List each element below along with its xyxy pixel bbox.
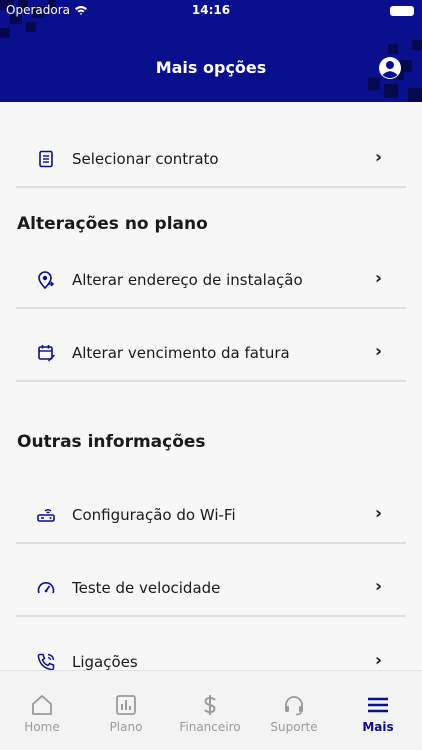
tab-more-label: Mais	[362, 720, 394, 734]
wifi-config-item[interactable]: Configuração do Wi-Fi ›	[0, 485, 422, 545]
user-avatar-icon	[379, 57, 401, 79]
select-contract-label: Selecionar contrato	[72, 150, 219, 168]
calls-item[interactable]: Ligações ›	[0, 632, 422, 670]
profile-button[interactable]	[378, 56, 402, 80]
status-bar: Operadora 14:16	[0, 0, 422, 22]
speedometer-icon	[37, 582, 55, 594]
speed-test-label: Teste de velocidade	[72, 579, 221, 597]
chevron-right-icon: ›	[374, 576, 382, 597]
wifi-config-label: Configuração do Wi-Fi	[72, 506, 236, 524]
tab-financial-label: Financeiro	[179, 720, 241, 734]
change-address-item[interactable]: Alterar endereço de instalação ›	[0, 250, 422, 310]
menu-icon	[368, 697, 388, 713]
battery-icon	[390, 6, 414, 16]
page-title: Mais opções	[155, 58, 267, 77]
chevron-right-icon: ›	[374, 650, 382, 670]
chevron-right-icon: ›	[374, 147, 382, 168]
divider	[16, 615, 406, 617]
tab-support-label: Suporte	[270, 720, 318, 734]
dollar-icon	[204, 695, 216, 715]
divider	[16, 542, 406, 544]
status-time: 14:16	[191, 3, 231, 17]
tab-home-label: Home	[24, 720, 60, 734]
calendar-edit-icon	[38, 345, 55, 362]
tab-plan-label: Plano	[109, 720, 143, 734]
section-title-other-info: Outras informações	[17, 432, 206, 452]
document-icon	[39, 150, 53, 168]
divider	[16, 380, 406, 382]
chevron-right-icon: ›	[374, 503, 382, 524]
section-title-plan-changes: Alterações no plano	[17, 214, 208, 234]
tab-more[interactable]: Mais	[336, 671, 420, 750]
divider	[16, 186, 406, 188]
tab-financial[interactable]: Financeiro	[168, 671, 252, 750]
change-due-date-label: Alterar vencimento da fatura	[72, 344, 290, 362]
headset-icon	[285, 696, 303, 716]
options-list: Selecionar contrato › Alterações no plan…	[0, 102, 422, 670]
select-contract-item[interactable]: Selecionar contrato ›	[0, 129, 422, 189]
tab-home[interactable]: Home	[0, 671, 84, 750]
app-header: Operadora 14:16 Mais opções	[0, 0, 422, 102]
router-icon	[37, 509, 55, 522]
tab-support[interactable]: Suporte	[252, 671, 336, 750]
speed-test-item[interactable]: Teste de velocidade ›	[0, 558, 422, 618]
home-icon	[32, 694, 52, 715]
tab-plan[interactable]: Plano	[84, 671, 168, 750]
chevron-right-icon: ›	[374, 268, 382, 289]
location-pin-icon	[38, 271, 55, 290]
calls-label: Ligações	[72, 653, 138, 670]
bottom-tab-bar: Home Plano Financeiro Suporte Mais	[0, 670, 422, 750]
plan-chart-icon	[116, 695, 136, 715]
phone-icon	[37, 653, 55, 670]
chevron-right-icon: ›	[374, 341, 382, 362]
change-address-label: Alterar endereço de instalação	[72, 271, 303, 289]
change-due-date-item[interactable]: Alterar vencimento da fatura ›	[0, 323, 422, 383]
divider	[16, 307, 406, 309]
